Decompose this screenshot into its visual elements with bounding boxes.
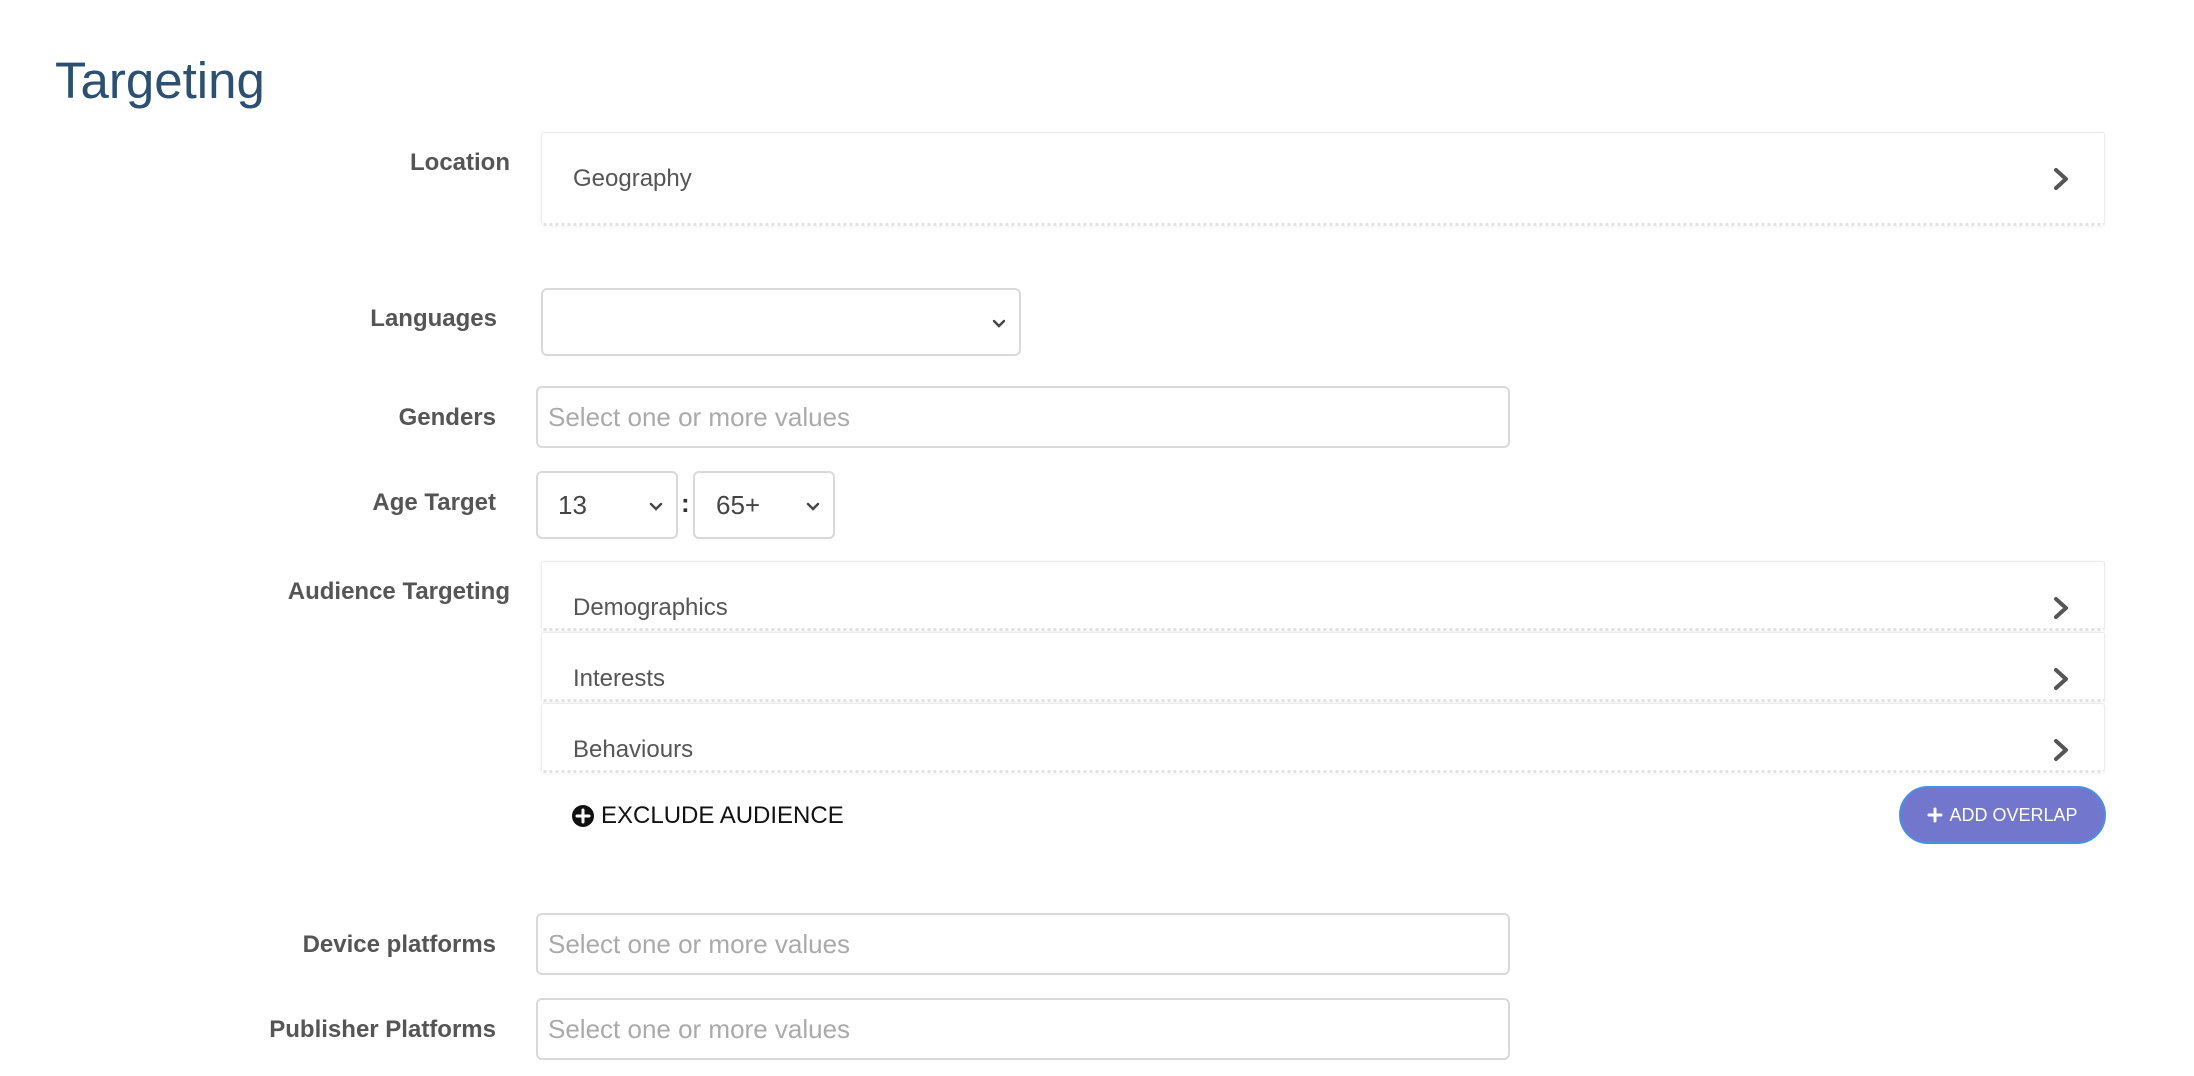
chevron-right-icon (2054, 168, 2068, 190)
age-min-select[interactable]: 13 (536, 471, 678, 539)
languages-select[interactable] (541, 288, 1021, 356)
chevron-right-icon (2054, 739, 2068, 761)
behaviours-panel[interactable]: Behaviours (541, 703, 2105, 773)
age-min-value: 13 (558, 490, 587, 520)
age-max-select[interactable]: 65+ (693, 471, 835, 539)
add-overlap-label: ADD OVERLAP (1949, 804, 2078, 825)
device-platforms-label: Device platforms (302, 931, 496, 958)
genders-label: Genders (398, 404, 496, 431)
demographics-panel-label: Demographics (573, 594, 728, 621)
plus-circle-icon (572, 805, 594, 827)
languages-label: Languages (370, 305, 497, 332)
behaviours-panel-label: Behaviours (573, 736, 694, 763)
genders-input[interactable] (536, 386, 1510, 448)
publisher-platforms-label: Publisher Platforms (269, 1016, 496, 1043)
location-label: Location (410, 149, 510, 176)
audience-targeting-label: Audience Targeting (287, 578, 510, 605)
age-target-label: Age Target (372, 489, 496, 516)
age-separator: : (681, 488, 690, 518)
geography-panel-label: Geography (573, 165, 692, 192)
publisher-platforms-input[interactable] (536, 998, 1510, 1060)
interests-panel-label: Interests (573, 665, 666, 692)
chevron-down-icon (649, 502, 663, 511)
plus-icon (1927, 807, 1943, 823)
chevron-right-icon (2054, 597, 2068, 619)
geography-panel[interactable]: Geography (541, 132, 2105, 226)
device-platforms-input[interactable] (536, 913, 1510, 975)
exclude-audience-button[interactable]: EXCLUDE AUDIENCE (571, 800, 844, 832)
exclude-audience-label: EXCLUDE AUDIENCE (601, 802, 844, 829)
chevron-down-icon (992, 319, 1006, 328)
add-overlap-button[interactable]: ADD OVERLAP (1899, 786, 2106, 844)
age-max-value: 65+ (716, 490, 761, 520)
chevron-right-icon (2054, 668, 2068, 690)
chevron-down-icon (806, 502, 820, 511)
interests-panel[interactable]: Interests (541, 632, 2105, 702)
demographics-panel[interactable]: Demographics (541, 561, 2105, 631)
page-title: Targeting (55, 52, 265, 109)
